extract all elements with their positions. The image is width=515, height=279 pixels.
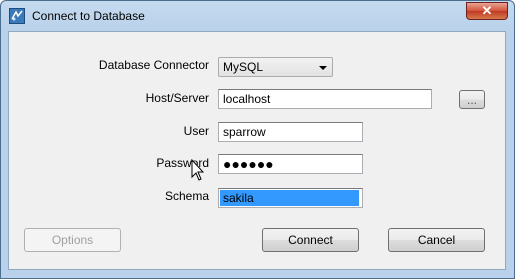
window-title: Connect to Database xyxy=(32,9,145,23)
connector-label: Database Connector xyxy=(98,58,209,72)
password-value: ●●●●●● xyxy=(223,156,274,172)
browse-label: ... xyxy=(466,92,477,107)
cancel-button[interactable]: Cancel xyxy=(388,228,485,252)
dropdown-arrow-icon xyxy=(319,66,327,70)
mouse-cursor-icon xyxy=(191,159,205,181)
cancel-label: Cancel xyxy=(417,233,456,247)
browse-host-button[interactable]: ... xyxy=(459,90,485,109)
host-value: localhost xyxy=(223,92,271,106)
schema-value: sakila xyxy=(220,190,359,206)
options-button[interactable]: Options xyxy=(24,228,121,252)
host-label: Host/Server xyxy=(145,91,209,105)
host-input[interactable]: localhost xyxy=(218,89,432,109)
title-bar[interactable]: Connect to Database ✕ xyxy=(1,1,514,31)
schema-input[interactable]: sakila xyxy=(218,188,363,208)
schema-label: Schema xyxy=(164,189,209,203)
connector-value: MySQL xyxy=(223,60,264,74)
dialog-window: Connect to Database ✕ Database Connector… xyxy=(0,0,515,279)
user-value: sparrow xyxy=(223,125,266,139)
user-label: User xyxy=(183,124,209,138)
connect-button[interactable]: Connect xyxy=(262,228,359,252)
password-input[interactable]: ●●●●●● xyxy=(218,154,363,174)
password-label: Password xyxy=(156,156,209,170)
close-button[interactable]: ✕ xyxy=(466,2,508,20)
app-icon xyxy=(9,8,25,24)
options-label: Options xyxy=(51,233,94,247)
connect-label: Connect xyxy=(288,233,333,247)
user-input[interactable]: sparrow xyxy=(218,122,363,142)
connector-dropdown[interactable]: MySQL xyxy=(218,57,333,77)
dialog-body: Database Connector MySQL Host/Server loc… xyxy=(8,31,506,270)
close-icon: ✕ xyxy=(481,3,493,18)
